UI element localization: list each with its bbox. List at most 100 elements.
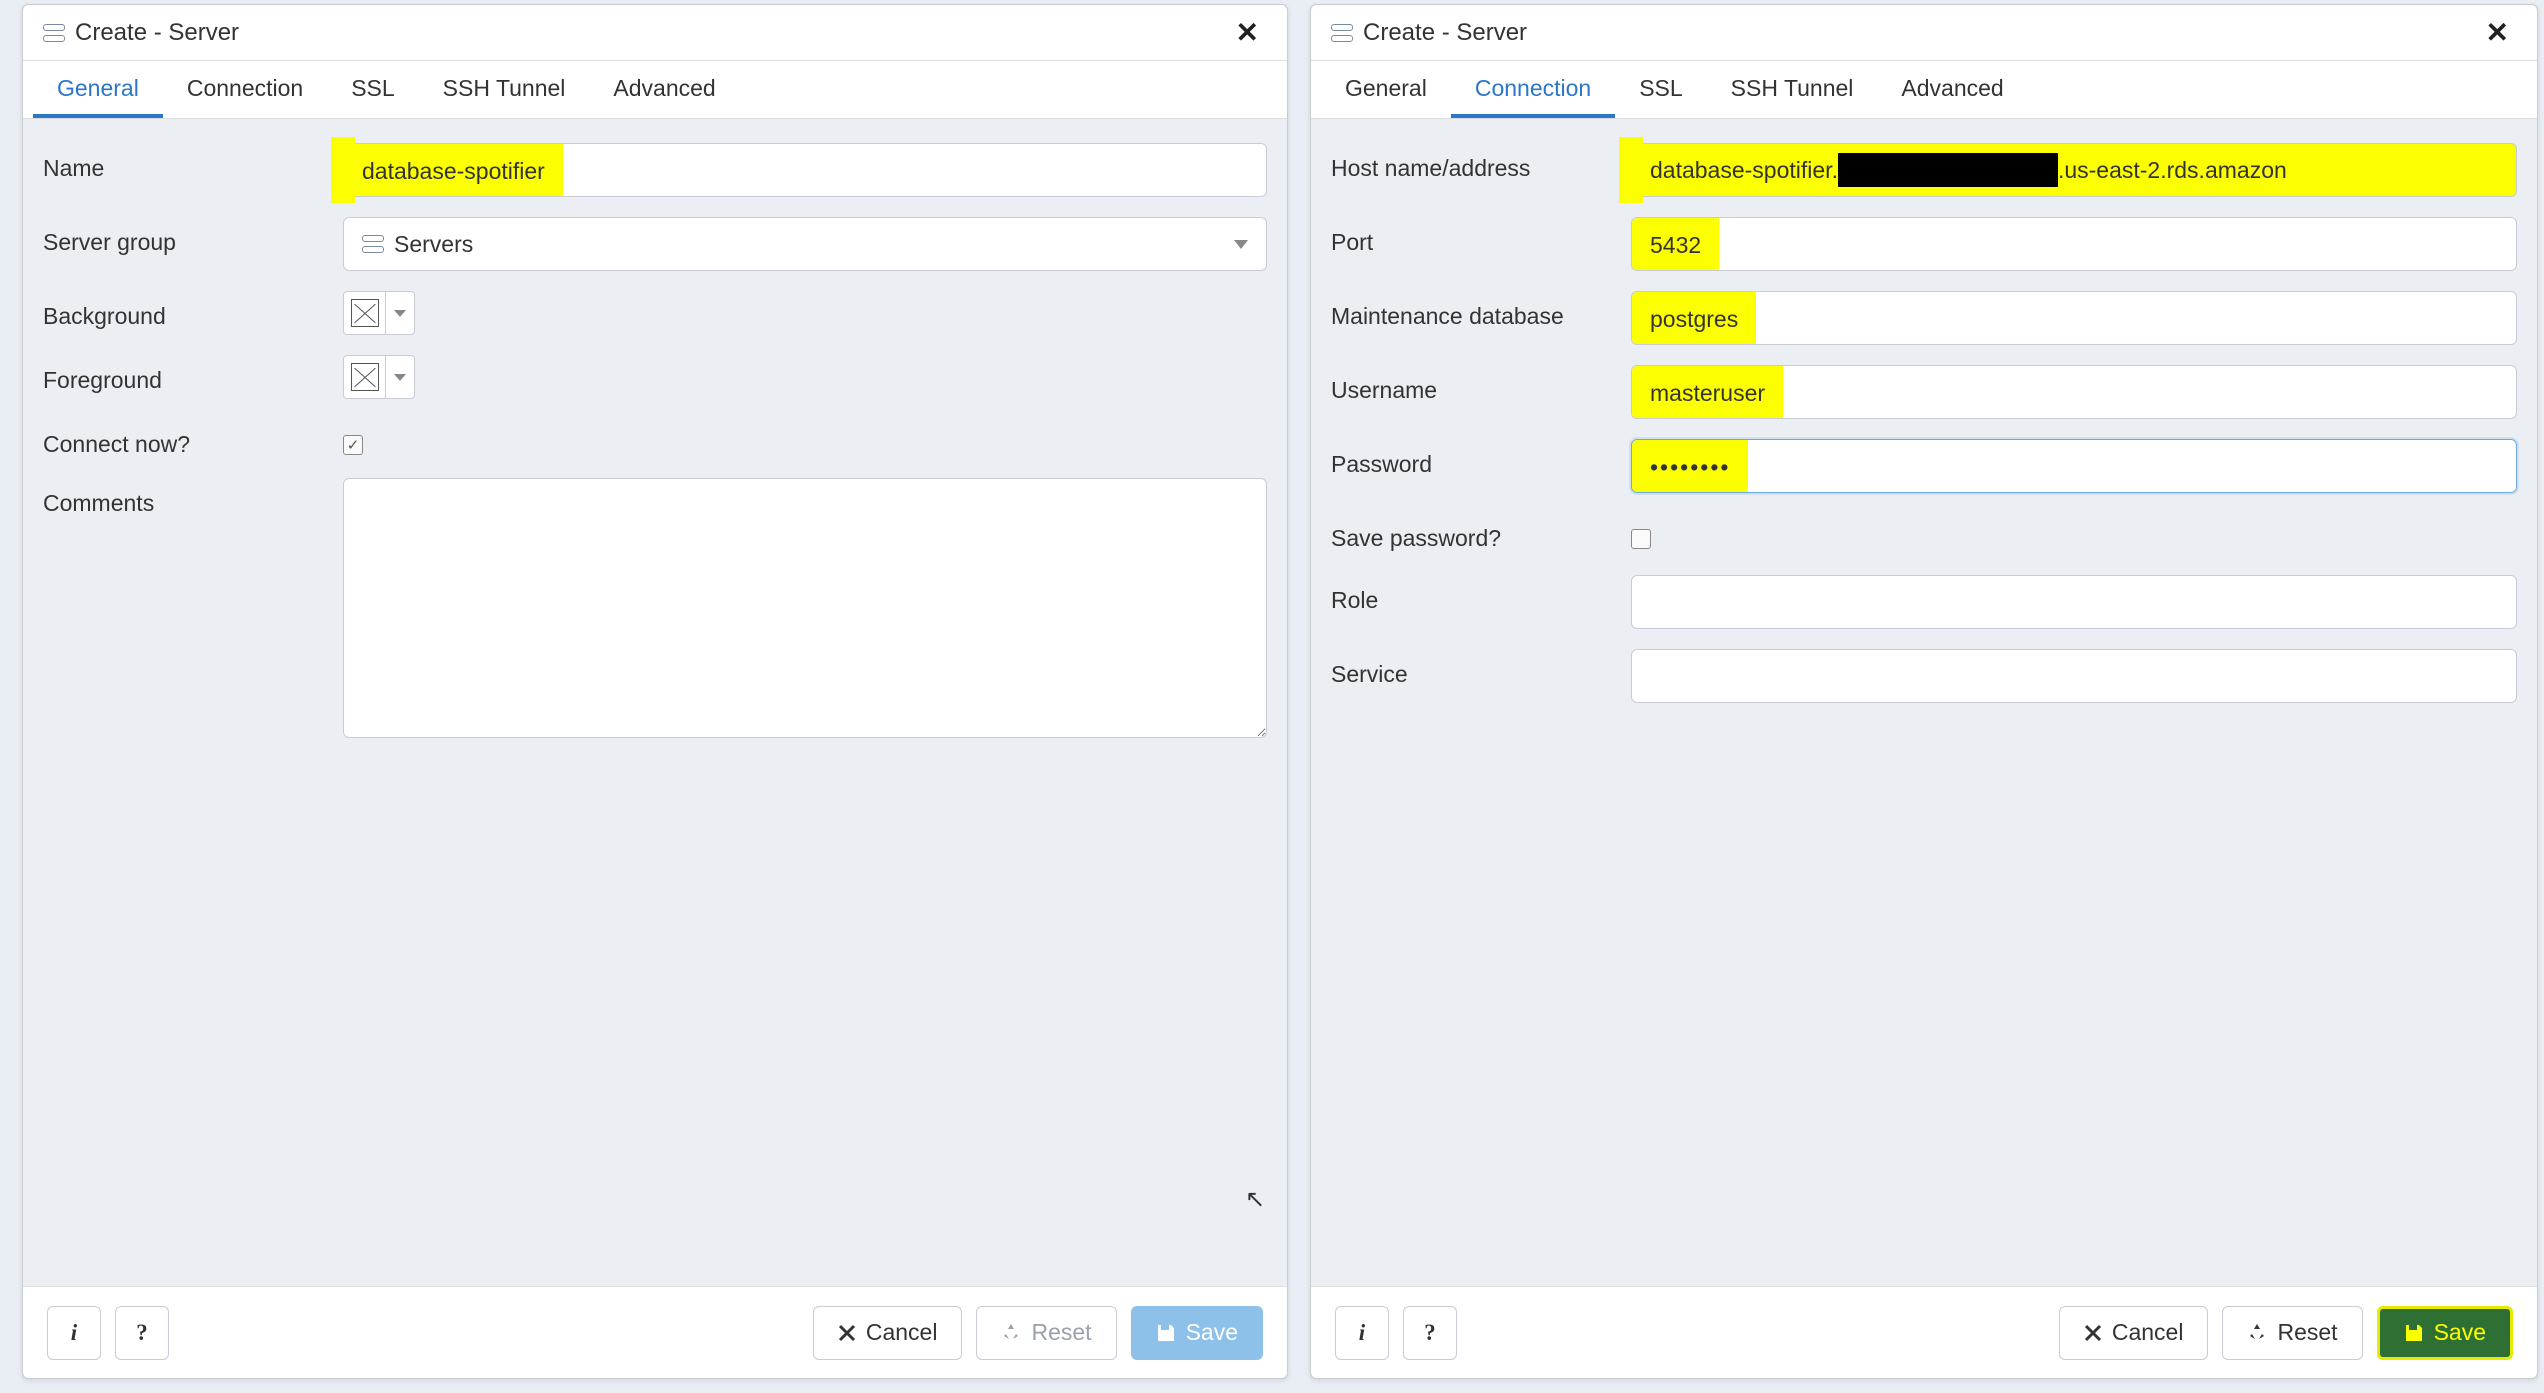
- tab-ssh-tunnel[interactable]: SSH Tunnel: [1707, 61, 1878, 118]
- save-label: Save: [1186, 1319, 1238, 1346]
- tab-general[interactable]: General: [1321, 61, 1451, 118]
- row-comments: Comments: [43, 468, 1267, 754]
- foreground-color-picker[interactable]: [343, 355, 415, 399]
- row-role: Role: [1331, 565, 2517, 639]
- row-save-password: Save password?: [1331, 503, 2517, 565]
- row-maintenance-db: Maintenance database postgres: [1331, 281, 2517, 355]
- create-server-dialog-connection: Create - Server ✕ General Connection SSL…: [1310, 4, 2538, 1379]
- info-button[interactable]: i: [1335, 1306, 1389, 1360]
- dialog-title-wrap: Create - Server: [1331, 19, 1527, 47]
- tab-ssh-tunnel[interactable]: SSH Tunnel: [419, 61, 590, 118]
- maintenance-db-value: postgres: [1650, 306, 1738, 332]
- close-icon[interactable]: ✕: [1228, 12, 1267, 53]
- name-input[interactable]: database-spotifier: [343, 143, 1267, 197]
- save-icon: [2404, 1323, 2424, 1343]
- role-input[interactable]: [1631, 575, 2517, 629]
- help-button[interactable]: ?: [115, 1306, 169, 1360]
- tab-ssl[interactable]: SSL: [1615, 61, 1706, 118]
- label-maintenance-db: Maintenance database: [1331, 291, 1631, 330]
- label-background: Background: [43, 291, 343, 330]
- close-icon[interactable]: ✕: [2478, 12, 2517, 53]
- username-input[interactable]: masteruser: [1631, 365, 2517, 419]
- host-prefix: database-spotifier.: [1632, 157, 1838, 184]
- tab-ssl[interactable]: SSL: [327, 61, 418, 118]
- tab-connection[interactable]: Connection: [163, 61, 327, 118]
- server-icon: [362, 235, 384, 253]
- row-server-group: Server group Servers: [43, 207, 1267, 281]
- connect-now-checkbox[interactable]: [343, 435, 363, 455]
- dialog-title: Create - Server: [75, 19, 239, 47]
- username-value: masteruser: [1650, 380, 1765, 406]
- save-icon: [1156, 1323, 1176, 1343]
- dialog-title-wrap: Create - Server: [43, 19, 239, 47]
- host-input[interactable]: database-spotifier. .us-east-2.rds.amazo…: [1631, 143, 2517, 197]
- footer: i ? Cancel Reset Save: [23, 1286, 1287, 1378]
- chevron-down-icon: [386, 356, 414, 398]
- label-foreground: Foreground: [43, 355, 343, 394]
- tab-advanced[interactable]: Advanced: [589, 61, 739, 118]
- recycle-icon: [1001, 1323, 1021, 1343]
- port-input[interactable]: 5432: [1631, 217, 2517, 271]
- label-port: Port: [1331, 217, 1631, 256]
- label-save-password: Save password?: [1331, 513, 1631, 552]
- tab-advanced[interactable]: Advanced: [1877, 61, 2027, 118]
- server-group-select[interactable]: Servers: [343, 217, 1267, 271]
- help-button[interactable]: ?: [1403, 1306, 1457, 1360]
- row-background: Background: [43, 281, 1267, 345]
- server-icon: [43, 24, 65, 42]
- cancel-label: Cancel: [866, 1319, 938, 1346]
- service-input[interactable]: [1631, 649, 2517, 703]
- form-body-connection: Host name/address database-spotifier. .u…: [1311, 119, 2537, 1286]
- row-port: Port 5432: [1331, 207, 2517, 281]
- comments-textarea[interactable]: [343, 478, 1267, 738]
- info-button[interactable]: i: [47, 1306, 101, 1360]
- dialog-title: Create - Server: [1363, 19, 1527, 47]
- titlebar: Create - Server ✕: [1311, 5, 2537, 61]
- background-color-picker[interactable]: [343, 291, 415, 335]
- close-icon: [838, 1324, 856, 1342]
- password-input[interactable]: ••••••••: [1631, 439, 2517, 493]
- chevron-down-icon: [386, 292, 414, 334]
- titlebar: Create - Server ✕: [23, 5, 1287, 61]
- save-label: Save: [2434, 1319, 2486, 1346]
- save-button[interactable]: Save: [1131, 1306, 1263, 1360]
- label-name: Name: [43, 143, 343, 182]
- label-comments: Comments: [43, 478, 343, 517]
- name-value: database-spotifier: [362, 158, 545, 184]
- tab-general[interactable]: General: [33, 61, 163, 118]
- cancel-button[interactable]: Cancel: [2059, 1306, 2209, 1360]
- server-icon: [1331, 24, 1353, 42]
- label-service: Service: [1331, 649, 1631, 688]
- chevron-down-icon: [1234, 240, 1248, 249]
- row-username: Username masteruser: [1331, 355, 2517, 429]
- tabs: General Connection SSL SSH Tunnel Advanc…: [23, 61, 1287, 119]
- redacted-mask: [1838, 153, 2058, 187]
- row-password: Password ••••••••: [1331, 429, 2517, 503]
- label-username: Username: [1331, 365, 1631, 404]
- label-host: Host name/address: [1331, 143, 1631, 182]
- maintenance-db-input[interactable]: postgres: [1631, 291, 2517, 345]
- label-role: Role: [1331, 575, 1631, 614]
- reset-label: Reset: [1031, 1319, 1091, 1346]
- tabs: General Connection SSL SSH Tunnel Advanc…: [1311, 61, 2537, 119]
- recycle-icon: [2247, 1323, 2267, 1343]
- create-server-dialog-general: Create - Server ✕ General Connection SSL…: [22, 4, 1288, 1379]
- row-service: Service: [1331, 639, 2517, 713]
- reset-button[interactable]: Reset: [976, 1306, 1116, 1360]
- row-name: Name database-spotifier: [43, 133, 1267, 207]
- form-body-general: Name database-spotifier Server group Ser…: [23, 119, 1287, 1286]
- no-color-swatch-icon: [344, 292, 386, 334]
- reset-button[interactable]: Reset: [2222, 1306, 2362, 1360]
- label-connect-now: Connect now?: [43, 419, 343, 458]
- footer: i ? Cancel Reset Save: [1311, 1286, 2537, 1378]
- close-icon: [2084, 1324, 2102, 1342]
- label-server-group: Server group: [43, 217, 343, 256]
- cancel-label: Cancel: [2112, 1319, 2184, 1346]
- cancel-button[interactable]: Cancel: [813, 1306, 963, 1360]
- label-password: Password: [1331, 439, 1631, 478]
- save-password-checkbox[interactable]: [1631, 529, 1651, 549]
- row-connect-now: Connect now?: [43, 409, 1267, 468]
- save-button[interactable]: Save: [2377, 1306, 2513, 1360]
- tab-connection[interactable]: Connection: [1451, 61, 1615, 118]
- port-value: 5432: [1650, 232, 1701, 258]
